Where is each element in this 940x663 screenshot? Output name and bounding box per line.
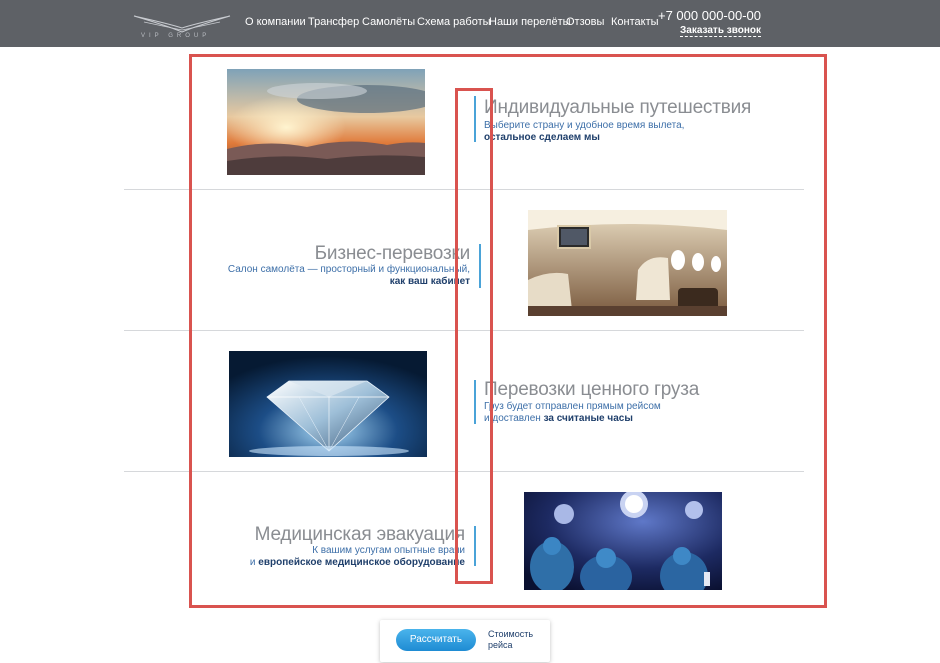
annotation-outer-box <box>189 54 827 608</box>
calculate-button[interactable]: Рассчитать <box>396 629 476 651</box>
nav-reviews[interactable]: Отзовы <box>566 16 604 28</box>
nav-about[interactable]: О компании <box>245 16 306 28</box>
calculate-panel: Рассчитать Стоимость рейса <box>380 620 550 662</box>
phone-number[interactable]: +7 000 000-00-00 <box>658 8 761 23</box>
nav-planes[interactable]: Самолёты <box>362 16 415 28</box>
top-header: VIP GROUP О компании Трансфер Самолёты С… <box>0 0 940 47</box>
callback-link[interactable]: Заказать звонок <box>680 25 761 37</box>
nav-contacts[interactable]: Контакты <box>611 16 659 28</box>
calculate-note-line: Стоимость <box>488 629 534 639</box>
calculate-note-line: рейса <box>488 640 513 650</box>
annotation-inner-box <box>455 88 493 584</box>
calculate-note: Стоимость рейса <box>488 629 533 651</box>
nav-transfer[interactable]: Трансфер <box>308 16 359 28</box>
nav-our-flights[interactable]: Наши перелёты <box>489 16 571 28</box>
logo-text: VIP GROUP <box>141 33 211 39</box>
nav-workflow[interactable]: Схема работы <box>417 16 491 28</box>
